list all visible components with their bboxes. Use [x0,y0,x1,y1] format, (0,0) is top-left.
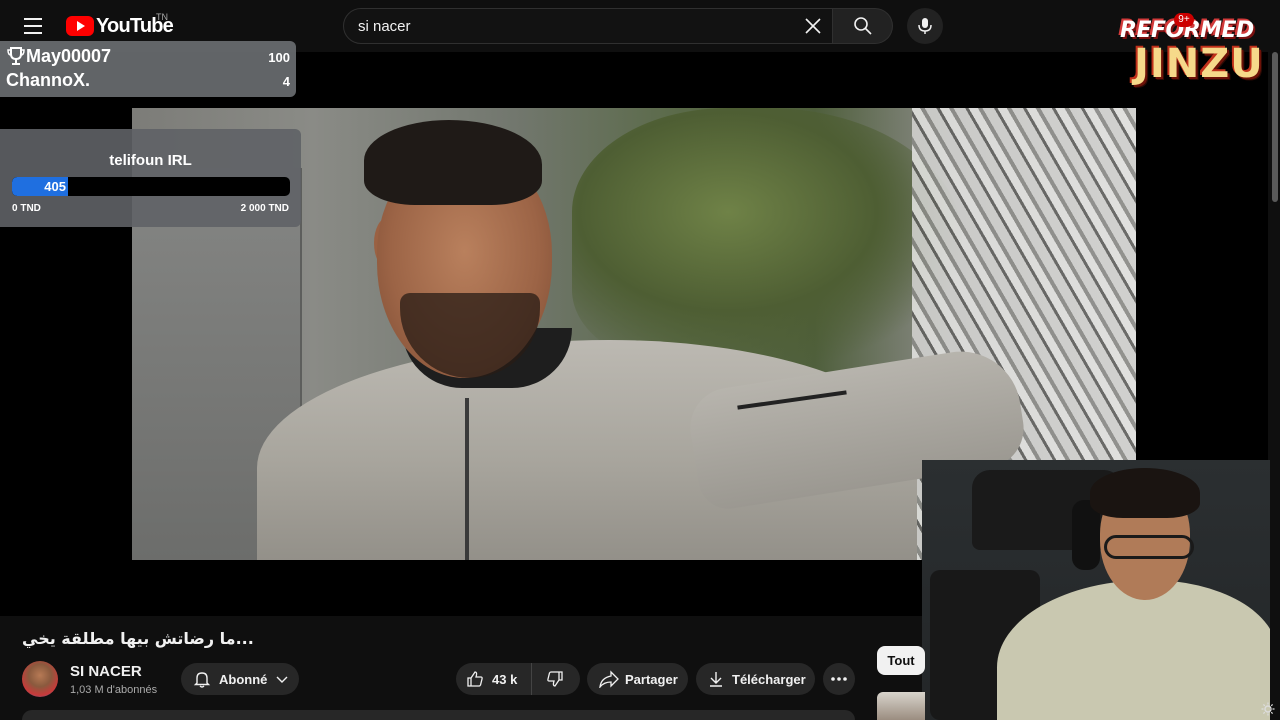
donor-leaderboard: May00007 100 ChannoX. 4 [0,41,296,97]
goal-progress-bar: 405 [12,177,290,196]
leaderboard-name: May00007 [26,46,112,66]
leaderboard-row: ChannoX. 4 [6,70,290,92]
notification-badge[interactable]: 9+ [1174,13,1194,27]
webcam-person-hair [1090,468,1200,518]
page-scrollbar[interactable] [1270,52,1280,720]
search-icon [853,17,872,35]
gear-icon[interactable] [1261,702,1275,716]
more-actions-button[interactable] [823,663,855,695]
webcam-glasses [1104,535,1194,559]
download-label: Télécharger [732,671,806,687]
brand-line-2: JINZU [1134,41,1264,87]
goal-title: telifoun IRL [109,152,192,169]
download-button[interactable]: Télécharger [696,663,815,695]
video-zipper [465,398,469,560]
leaderboard-score: 100 [268,50,290,65]
download-icon [710,672,722,687]
avatar[interactable] [22,661,58,697]
subscribed-label: Abonné [219,671,268,687]
voice-search-button[interactable] [907,8,943,44]
subscriber-count: 1,03 M d'abonnés [70,684,158,696]
leaderboard-row-name: May00007 [6,46,111,67]
like-button[interactable]: 43 k [456,663,532,695]
donation-goal: telifoun IRL 405 0 TND 2 000 TND [0,129,301,227]
description-box[interactable] [22,710,855,720]
share-icon [599,670,619,688]
goal-current-value: 405 [44,179,66,194]
bell-icon [193,672,211,688]
thumbs-up-icon [467,671,483,687]
search-input[interactable] [358,9,798,43]
video-foliage [572,108,962,368]
goal-max-label: 2 000 TND [240,203,289,214]
recommended-video-thumbnail[interactable] [877,692,925,720]
video-title: ...ما رضاتش بيها مطلقة يخي [22,629,254,648]
search-button[interactable] [833,8,893,44]
leaderboard-name: ChannoX. [6,70,90,90]
leaderboard-row: May00007 100 [6,46,290,68]
leaderboard-score: 4 [282,74,290,89]
trophy-icon [7,47,25,65]
video-person-hair [364,120,542,205]
subscribed-button[interactable]: Abonné [181,663,299,695]
logo-region-code: TN [156,12,168,22]
channel-name[interactable]: SI NACER [70,663,142,680]
chip-all[interactable]: Tout [877,646,925,675]
close-icon[interactable] [800,13,826,39]
share-label: Partager [625,671,678,687]
goal-min-label: 0 TND [12,203,41,214]
thumbs-down-icon [547,671,563,687]
menu-icon[interactable] [18,12,48,40]
webcam-overlay [922,460,1270,720]
mic-icon [918,18,932,34]
share-button[interactable]: Partager [587,663,688,695]
dislike-button[interactable] [532,663,578,695]
scrollbar-thumb[interactable] [1272,52,1278,202]
like-count: 43 k [492,671,518,687]
youtube-play-icon [66,16,94,36]
search-box [343,8,833,44]
like-dislike-group: 43 k [456,663,580,695]
chevron-down-icon [276,676,288,683]
more-horizontal-icon [831,677,847,681]
